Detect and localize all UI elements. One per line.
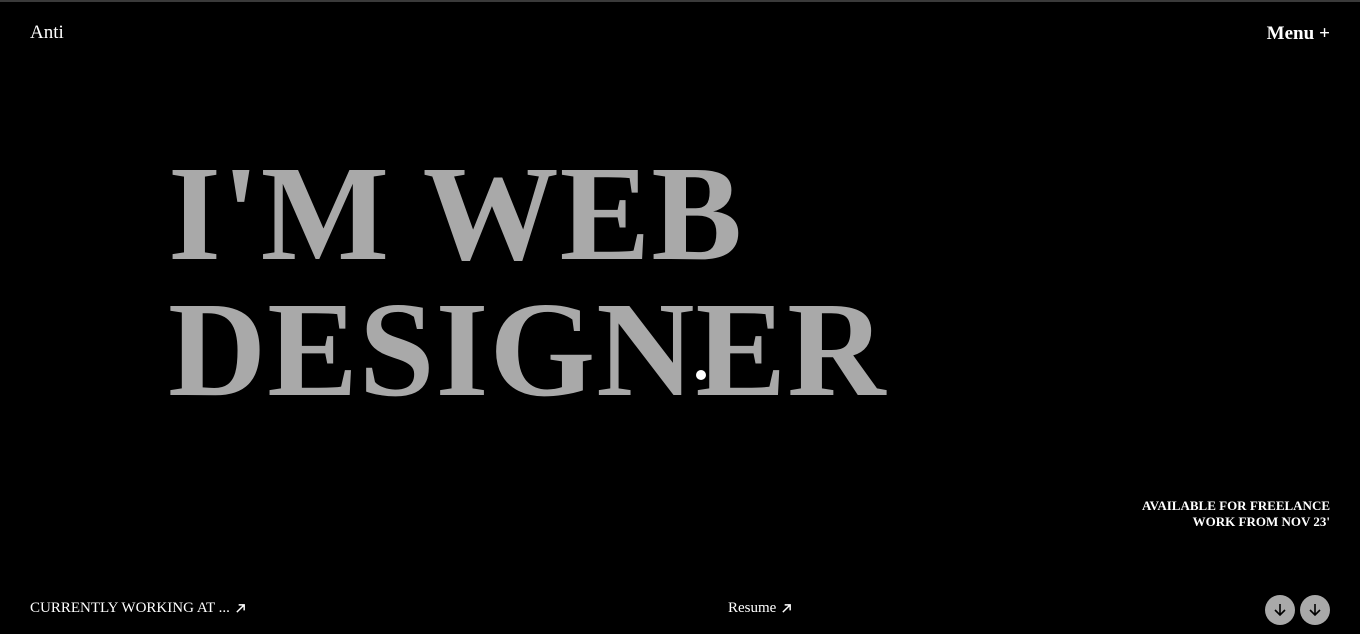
site-logo[interactable]: Anti [30,22,64,44]
resume-label: Resume [728,600,777,616]
hero-headline: I'M WEB DESIGNER [168,146,886,418]
scroll-down-button[interactable] [1265,595,1295,625]
hero-line-1: I'M WEB [168,139,744,289]
availability-notice: AVAILABLE FOR FREELANCE WORK FROM NOV 23… [1142,498,1330,530]
availability-line-1: AVAILABLE FOR FREELANCE [1141,498,1330,513]
currently-working-label: CURRENTLY WORKING AT ... [30,600,230,616]
menu-label: Menu [1266,23,1315,44]
arrow-up-right-icon [782,604,792,613]
arrow-down-icon [1309,604,1321,617]
mouse-cursor-dot [696,370,706,380]
currently-working-link[interactable]: CURRENTLY WORKING AT ... [30,600,246,617]
menu-button[interactable]: Menu + [1267,23,1330,45]
top-border [0,0,1360,2]
scroll-buttons [1265,595,1330,625]
arrow-down-icon [1274,604,1286,617]
plus-icon: + [1319,23,1330,44]
scroll-down-button-secondary[interactable] [1300,595,1330,625]
hero-line-2: DESIGNER [168,275,887,425]
resume-link[interactable]: Resume [728,600,792,617]
availability-line-2: WORK FROM NOV 23' [1192,514,1330,529]
arrow-up-right-icon [236,604,245,613]
